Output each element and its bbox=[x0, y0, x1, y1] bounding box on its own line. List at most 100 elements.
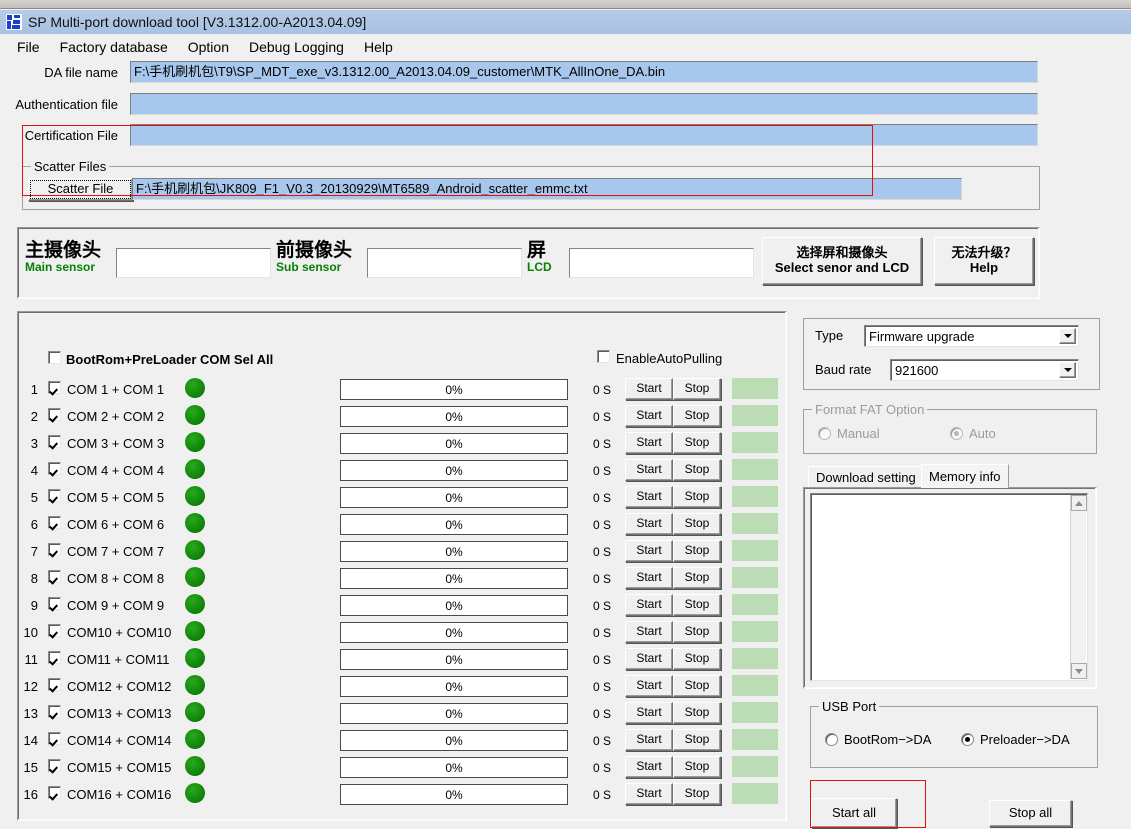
com-start-button[interactable]: Start bbox=[625, 459, 673, 481]
com-row-checkbox[interactable] bbox=[48, 651, 61, 664]
com-row-checkbox[interactable] bbox=[48, 759, 61, 772]
usb-preloader-radio[interactable] bbox=[961, 733, 974, 746]
com-stop-button[interactable]: Stop bbox=[673, 675, 721, 697]
com-status-led bbox=[185, 378, 205, 398]
menu-item-option[interactable]: Option bbox=[179, 37, 238, 57]
com-elapsed-time: 0 S bbox=[593, 680, 612, 694]
fat-auto-label: Auto bbox=[969, 426, 996, 441]
fat-manual-radio[interactable] bbox=[818, 427, 831, 440]
menu-item-factory-database[interactable]: Factory database bbox=[51, 37, 177, 57]
certification-file-input[interactable] bbox=[130, 124, 1038, 146]
com-row: 8 COM 8 + COM 8 0% 0 S Start Stop bbox=[18, 567, 786, 594]
chevron-down-icon[interactable] bbox=[1059, 362, 1076, 378]
com-row-checkbox[interactable] bbox=[48, 570, 61, 583]
scroll-up-icon[interactable] bbox=[1071, 495, 1087, 511]
com-start-button[interactable]: Start bbox=[625, 540, 673, 562]
com-row-checkbox[interactable] bbox=[48, 435, 61, 448]
com-stop-button[interactable]: Stop bbox=[673, 486, 721, 508]
com-start-button[interactable]: Start bbox=[625, 648, 673, 670]
com-stop-button[interactable]: Stop bbox=[673, 621, 721, 643]
com-start-button[interactable]: Start bbox=[625, 756, 673, 778]
menu-item-file[interactable]: File bbox=[8, 37, 49, 57]
memory-info-scrollbar[interactable] bbox=[1070, 495, 1087, 679]
select-sensor-lcd-button[interactable]: 选择屏和摄像头 Select senor and LCD bbox=[762, 237, 922, 285]
com-start-button[interactable]: Start bbox=[625, 675, 673, 697]
com-row-checkbox[interactable] bbox=[48, 678, 61, 691]
com-row: 13 COM13 + COM13 0% 0 S Start Stop bbox=[18, 702, 786, 729]
com-row-index: 15 bbox=[23, 760, 38, 775]
com-start-button[interactable]: Start bbox=[625, 621, 673, 643]
com-stop-button[interactable]: Stop bbox=[673, 729, 721, 751]
com-row-checkbox[interactable] bbox=[48, 489, 61, 502]
main-sensor-input[interactable] bbox=[116, 248, 271, 278]
com-row-checkbox[interactable] bbox=[48, 624, 61, 637]
com-row-checkbox[interactable] bbox=[48, 516, 61, 529]
com-start-button[interactable]: Start bbox=[625, 513, 673, 535]
com-stop-button[interactable]: Stop bbox=[673, 540, 721, 562]
com-row-checkbox[interactable] bbox=[48, 381, 61, 394]
com-start-button[interactable]: Start bbox=[625, 783, 673, 805]
com-row-checkbox[interactable] bbox=[48, 732, 61, 745]
com-status-box bbox=[732, 621, 778, 642]
com-status-led bbox=[185, 594, 205, 614]
com-row: 10 COM10 + COM10 0% 0 S Start Stop bbox=[18, 621, 786, 648]
com-start-button[interactable]: Start bbox=[625, 594, 673, 616]
com-stop-button[interactable]: Stop bbox=[673, 783, 721, 805]
memory-info-textarea[interactable] bbox=[810, 493, 1088, 681]
com-row-checkbox[interactable] bbox=[48, 705, 61, 718]
type-baud-group: Type Firmware upgrade Baud rate 921600 bbox=[803, 318, 1100, 390]
com-row-label: COM 9 + COM 9 bbox=[67, 598, 165, 613]
com-start-button[interactable]: Start bbox=[625, 729, 673, 751]
com-start-button[interactable]: Start bbox=[625, 486, 673, 508]
baud-rate-combo[interactable]: 921600 bbox=[890, 359, 1079, 381]
com-stop-button[interactable]: Stop bbox=[673, 648, 721, 670]
scroll-down-icon[interactable] bbox=[1071, 663, 1087, 679]
sel-all-checkbox[interactable] bbox=[48, 351, 61, 364]
scatter-file-input[interactable]: F:\手机刷机包\JK809_F1_V0.3_20130929\MT6589_A… bbox=[132, 178, 962, 200]
usb-bootrom-radio[interactable] bbox=[825, 733, 838, 746]
stop-all-button[interactable]: Stop all bbox=[989, 800, 1072, 827]
com-row-index: 1 bbox=[30, 382, 38, 397]
start-all-button[interactable]: Start all bbox=[811, 798, 897, 828]
com-stop-button[interactable]: Stop bbox=[673, 459, 721, 481]
type-combo-value: Firmware upgrade bbox=[869, 328, 975, 344]
com-start-button[interactable]: Start bbox=[625, 432, 673, 454]
com-status-led bbox=[185, 513, 205, 533]
com-stop-button[interactable]: Stop bbox=[673, 378, 721, 400]
com-stop-button[interactable]: Stop bbox=[673, 513, 721, 535]
com-start-button[interactable]: Start bbox=[625, 567, 673, 589]
com-row-checkbox[interactable] bbox=[48, 462, 61, 475]
com-row-checkbox[interactable] bbox=[48, 543, 61, 556]
com-progress-bar: 0% bbox=[340, 757, 568, 778]
com-row-index: 6 bbox=[30, 517, 38, 532]
com-row-checkbox[interactable] bbox=[48, 597, 61, 610]
com-stop-button[interactable]: Stop bbox=[673, 756, 721, 778]
com-stop-button[interactable]: Stop bbox=[673, 594, 721, 616]
enable-auto-pulling-checkbox[interactable] bbox=[597, 350, 610, 363]
scatter-file-button[interactable]: Scatter File bbox=[28, 178, 133, 201]
com-elapsed-time: 0 S bbox=[593, 626, 612, 640]
sub-sensor-input[interactable] bbox=[367, 248, 522, 278]
com-row-checkbox[interactable] bbox=[48, 786, 61, 799]
tab-download-setting[interactable]: Download setting bbox=[808, 466, 924, 487]
com-status-box bbox=[732, 756, 778, 777]
com-start-button[interactable]: Start bbox=[625, 702, 673, 724]
help-button[interactable]: 无法升级？ Help bbox=[934, 237, 1034, 285]
com-stop-button[interactable]: Stop bbox=[673, 567, 721, 589]
type-combo[interactable]: Firmware upgrade bbox=[864, 325, 1079, 347]
com-start-button[interactable]: Start bbox=[625, 378, 673, 400]
com-start-button[interactable]: Start bbox=[625, 405, 673, 427]
fat-auto-radio[interactable] bbox=[950, 427, 963, 440]
authentication-file-input[interactable] bbox=[130, 93, 1038, 115]
com-row-checkbox[interactable] bbox=[48, 408, 61, 421]
chevron-down-icon[interactable] bbox=[1059, 328, 1076, 344]
menu-item-debug-logging[interactable]: Debug Logging bbox=[240, 37, 353, 57]
da-file-input[interactable]: F:\手机刷机包\T9\SP_MDT_exe_v3.1312.00_A2013.… bbox=[130, 61, 1038, 83]
tab-memory-info[interactable]: Memory info bbox=[921, 464, 1009, 488]
baud-rate-combo-value: 921600 bbox=[895, 362, 939, 378]
com-stop-button[interactable]: Stop bbox=[673, 405, 721, 427]
menu-item-help[interactable]: Help bbox=[355, 37, 402, 57]
com-stop-button[interactable]: Stop bbox=[673, 432, 721, 454]
lcd-input[interactable] bbox=[569, 248, 754, 278]
com-stop-button[interactable]: Stop bbox=[673, 702, 721, 724]
